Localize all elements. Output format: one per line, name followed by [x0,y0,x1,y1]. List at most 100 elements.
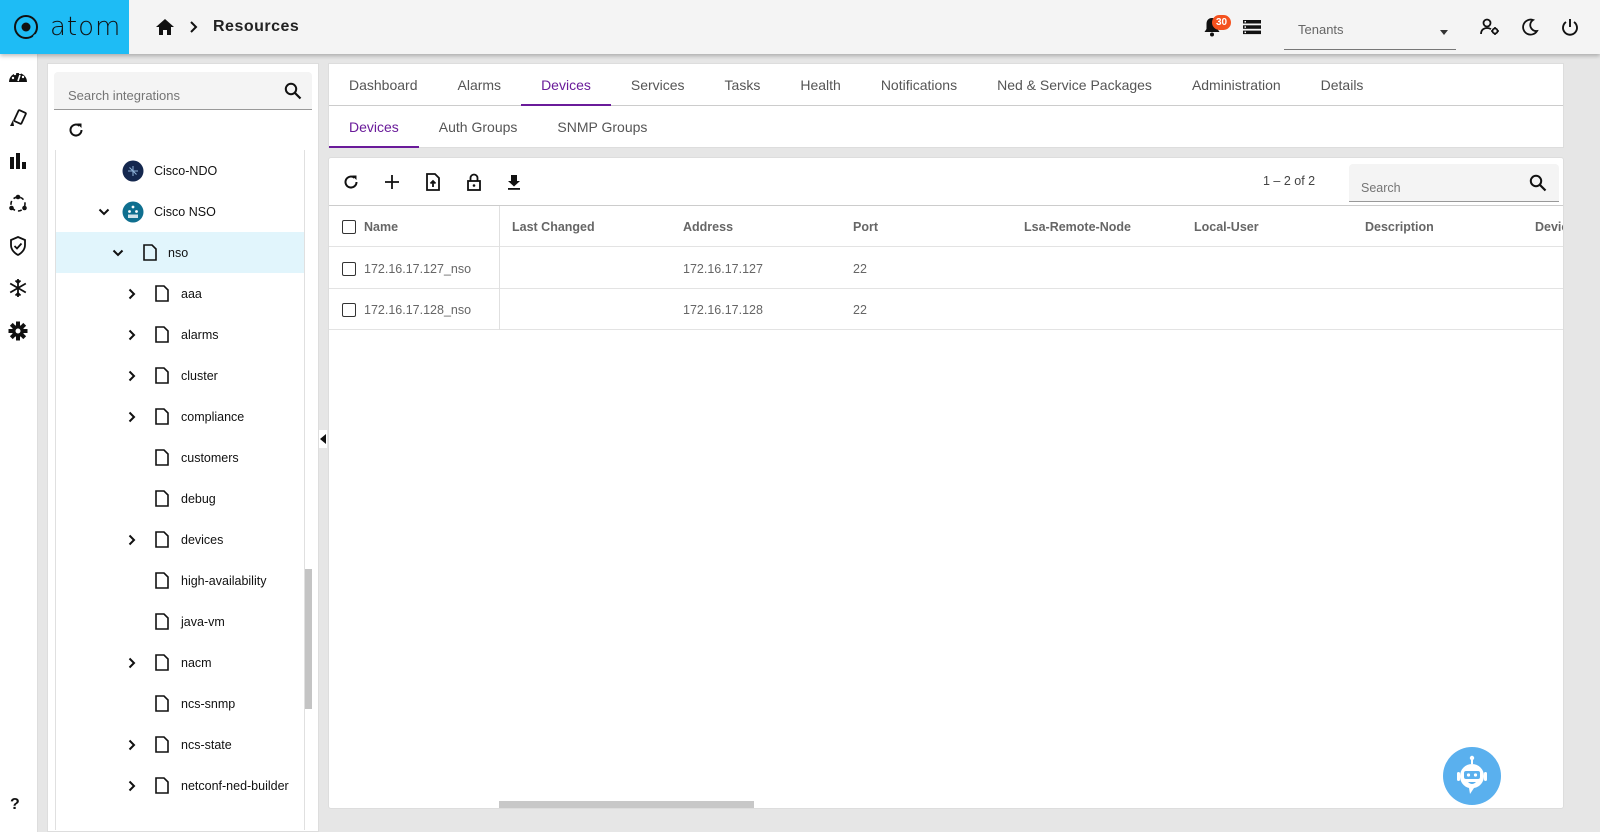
snowflake-icon [9,279,27,297]
app-logo[interactable]: atom [0,0,129,54]
chatbot-button[interactable] [1443,747,1501,805]
tree-node[interactable]: customers [56,437,304,478]
tree-node[interactable]: aaa [56,273,304,314]
add-device-button[interactable] [380,170,404,194]
integration-search [54,72,312,110]
settings-icon [8,321,28,341]
row-checkbox[interactable] [342,261,356,276]
tab-administration[interactable]: Administration [1172,64,1301,105]
chevron-down-icon[interactable] [97,205,111,219]
tab-ned-service-packages[interactable]: Ned & Service Packages [977,64,1172,105]
tree-node[interactable]: high-availability [56,560,304,601]
tab-alarms[interactable]: Alarms [438,64,522,105]
select-all-checkbox[interactable] [342,219,356,234]
chevron-right-icon[interactable] [125,369,139,383]
server-list-button[interactable] [1232,7,1272,47]
tenant-select[interactable]: Tenants [1284,4,1456,50]
device-address-link[interactable]: 172.16.17.128 [683,289,763,330]
table-row[interactable]: 172.16.17.127_nso 172.16.17.127 22 [329,248,1563,289]
tree-scrollbar[interactable] [305,569,312,709]
column-header-lsa-remote-node[interactable]: Lsa-Remote-Node [1024,206,1131,247]
tree-node[interactable]: netconf-ned-builder [56,765,304,806]
search-icon[interactable] [284,82,302,100]
tree-node[interactable]: alarms [56,314,304,355]
chevron-right-icon[interactable] [125,656,139,670]
tab-services[interactable]: Services [611,64,705,105]
tree-node[interactable]: Cisco NSO [56,191,304,232]
nav-orchestration[interactable] [6,192,30,216]
lock-button[interactable] [462,170,486,194]
nav-dashboard[interactable] [6,64,30,88]
device-address-link[interactable]: 172.16.17.127 [683,248,763,289]
tree-node-label: Cisco NSO [154,204,216,219]
nav-snowflake[interactable] [6,276,30,300]
tree-node[interactable]: nso [56,232,304,273]
subtab-devices[interactable]: Devices [329,106,419,148]
file-icon [153,695,171,713]
collapse-panel-handle[interactable] [319,430,327,448]
tree-node[interactable]: compliance [56,396,304,437]
upload-file-button[interactable] [421,170,445,194]
home-icon[interactable] [155,18,175,36]
table-row[interactable]: 172.16.17.128_nso 172.16.17.128 22 [329,289,1563,330]
tree-node[interactable]: devices [56,519,304,560]
tree-node[interactable]: ncs-state [56,724,304,765]
dark-mode-button[interactable] [1510,7,1550,47]
nav-resources[interactable] [6,107,30,131]
row-checkbox[interactable] [342,302,356,317]
chevron-right-icon[interactable] [125,287,139,301]
tree-node-label: nacm [181,655,212,670]
search-icon[interactable] [1529,174,1547,192]
chevron-right-icon[interactable] [125,779,139,793]
tree-node[interactable]: java-vm [56,601,304,642]
dropdown-caret-icon [1440,30,1448,35]
table-search-input[interactable] [1361,181,1511,195]
logout-button[interactable] [1550,7,1590,47]
tab-health[interactable]: Health [780,64,860,105]
subtab-snmp-groups[interactable]: SNMP Groups [537,106,667,147]
nav-analytics[interactable] [6,149,30,173]
column-header-name[interactable]: Name [364,220,398,234]
tree-node-label: java-vm [181,614,225,629]
column-header-last-changed[interactable]: Last Changed [512,206,595,247]
devices-table-card: 1 – 2 of 2 Name Last Changed Address Por… [328,157,1564,809]
tree-node[interactable]: cluster [56,355,304,396]
tab-notifications[interactable]: Notifications [861,64,977,105]
plus-icon [385,175,399,189]
nav-settings[interactable] [6,319,30,343]
chevron-right-icon[interactable] [125,328,139,342]
file-icon [153,408,171,426]
tab-devices[interactable]: Devices [521,64,611,106]
integration-search-input[interactable] [68,88,268,103]
tree-node-label: devices [181,532,224,547]
column-header-port[interactable]: Port [853,206,878,247]
column-header-device[interactable]: Devic [1535,206,1563,247]
nav-security[interactable] [6,234,30,258]
chevron-right-icon[interactable] [125,533,139,547]
notifications-button[interactable]: 30 [1192,7,1232,47]
tree-node[interactable]: ncs-snmp [56,683,304,724]
tab-details[interactable]: Details [1301,64,1384,105]
subtab-auth-groups[interactable]: Auth Groups [419,106,538,147]
tree-node[interactable]: debug [56,478,304,519]
tab-tasks[interactable]: Tasks [705,64,781,105]
chevron-right-icon[interactable] [125,410,139,424]
tree-node-label: aaa [181,286,202,301]
server-list-icon [1243,20,1261,35]
tree-node[interactable]: nacm [56,642,304,683]
file-icon [153,654,171,672]
column-header-description[interactable]: Description [1365,206,1434,247]
horizontal-scrollbar[interactable] [499,801,754,808]
chevron-right-icon[interactable] [125,738,139,752]
user-settings-button[interactable] [1470,7,1510,47]
help-button[interactable]: ? [10,796,20,814]
chevron-down-icon[interactable] [111,246,125,260]
tree-node[interactable]: Cisco-NDO [56,150,304,191]
column-header-address[interactable]: Address [683,206,733,247]
column-header-local-user[interactable]: Local-User [1194,206,1259,247]
refresh-button[interactable] [339,170,363,194]
refresh-icon[interactable] [68,122,84,138]
tab-dashboard[interactable]: Dashboard [329,64,438,105]
download-button[interactable] [502,170,526,194]
atom-logo-icon [14,15,39,40]
